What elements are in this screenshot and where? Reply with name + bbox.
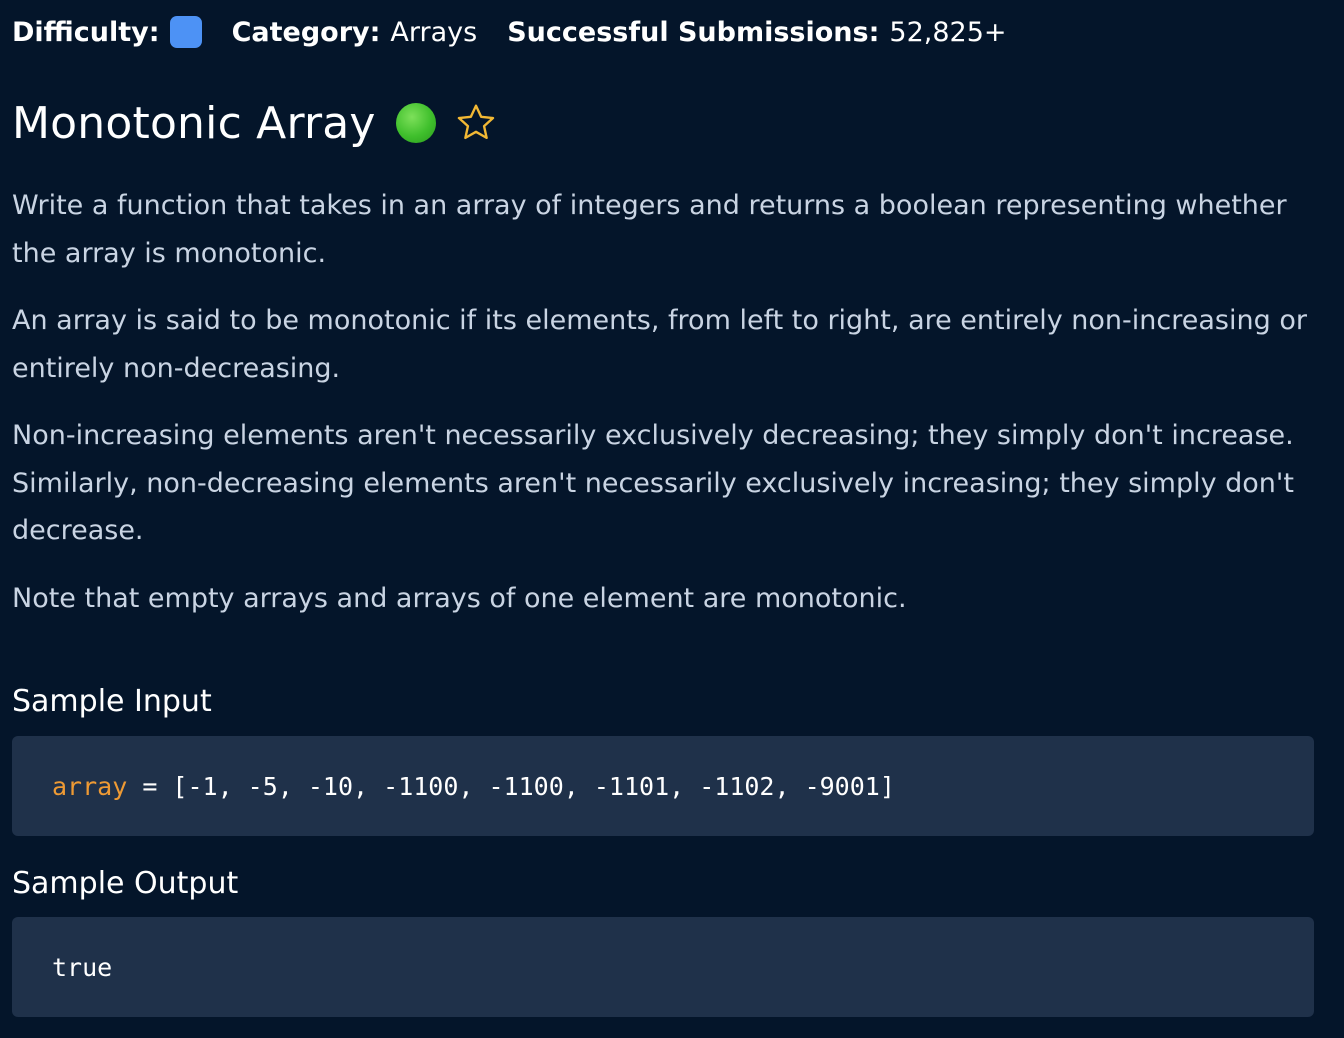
title-row: Monotonic Array — [12, 90, 498, 156]
code-assign: = — [127, 771, 173, 801]
code-variable: array — [52, 771, 128, 801]
description-paragraph: Write a function that takes in an array … — [12, 190, 1287, 269]
difficulty-indicator — [169, 16, 202, 48]
sample-input-code: array = [-1, -5, -10, -1100, -1100, -110… — [12, 736, 1314, 836]
page-title: Monotonic Array — [12, 97, 376, 149]
description-paragraph: Non-increasing elements aren't necessari… — [12, 420, 1294, 546]
problem-description: Write a function that takes in an array … — [12, 182, 1312, 642]
sample-output-heading: Sample Output — [12, 866, 239, 901]
submissions-label: Successful Submissions: — [507, 16, 880, 48]
category-label: Category: — [231, 16, 381, 48]
category-group: Category: Arrays — [232, 17, 478, 48]
code-value: true — [52, 952, 113, 982]
question-meta: Difficulty: Category: Arrays Successful … — [12, 12, 1007, 52]
description-paragraph: Note that empty arrays and arrays of one… — [12, 582, 907, 614]
sample-output-code: true — [12, 917, 1314, 1017]
sample-input-heading: Sample Input — [12, 684, 212, 719]
difficulty-label: Difficulty: — [12, 16, 160, 48]
description-paragraph: An array is said to be monotonic if its … — [12, 305, 1307, 384]
submissions-value: 52,825+ — [889, 16, 1007, 48]
code-value: [-1, -5, -10, -1100, -1100, -1101, -1102… — [172, 771, 895, 801]
star-icon[interactable] — [454, 101, 498, 145]
difficulty-group: Difficulty: — [12, 16, 202, 48]
completion-status-icon — [395, 103, 436, 143]
submissions-group: Successful Submissions: 52,825+ — [507, 17, 1006, 48]
category-value: Arrays — [390, 16, 478, 48]
